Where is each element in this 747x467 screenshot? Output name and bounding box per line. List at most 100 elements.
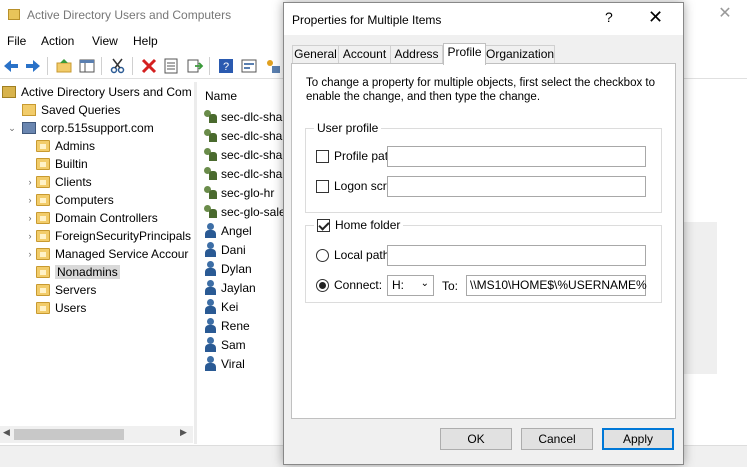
tree-item-nonadmins[interactable]: Nonadmins [24, 263, 120, 281]
profile-path-checkbox[interactable] [316, 149, 329, 163]
list-item-name: sec-glo-sale [221, 204, 286, 219]
list-item[interactable]: sec-dlc-shar [203, 164, 286, 183]
home-folder-group: Home folder Local path: Connect: H: ⌄ To… [305, 218, 662, 303]
list-item[interactable]: sec-dlc-shar [203, 107, 286, 126]
tree-item-label: Nonadmins [55, 265, 120, 279]
scroll-left-icon[interactable]: ◀ [3, 427, 10, 438]
scroll-right-icon[interactable]: ▶ [180, 427, 187, 438]
user-icon [203, 280, 218, 295]
tree-item-computers[interactable]: › Computers [24, 191, 114, 209]
profile-path-input[interactable] [387, 146, 646, 167]
menu-file[interactable]: File [7, 34, 26, 48]
list-item[interactable]: sec-dlc-shar [203, 126, 286, 145]
logon-script-input[interactable] [387, 176, 646, 197]
list-item[interactable]: Kei [203, 297, 238, 316]
delete-icon[interactable] [140, 57, 158, 75]
collapsed-chevron-icon[interactable]: › [24, 177, 36, 187]
collapsed-chevron-icon[interactable]: › [24, 213, 36, 223]
ok-button[interactable]: OK [440, 428, 512, 450]
list-item[interactable]: Angel [203, 221, 252, 240]
user-profile-group: User profile Profile path: Logon script: [305, 121, 662, 213]
folder-up-icon[interactable] [55, 57, 73, 75]
dialog-title: Properties for Multiple Items [292, 13, 442, 27]
list-item[interactable]: Sam [203, 335, 246, 354]
list-item[interactable]: Dylan [203, 259, 252, 278]
tab-profile[interactable]: Profile [443, 43, 486, 65]
tree-item-users[interactable]: Users [24, 299, 86, 317]
local-path-input[interactable] [387, 245, 646, 266]
tree-item-domain-controllers[interactable]: › Domain Controllers [24, 209, 158, 227]
drive-letter-select[interactable]: H: ⌄ [387, 275, 434, 296]
chevron-down-icon: ⌄ [420, 278, 429, 289]
list-item-name: Viral [221, 356, 245, 371]
cancel-button[interactable]: Cancel [521, 428, 593, 450]
tab-address[interactable]: Address [390, 45, 443, 64]
list-item[interactable]: sec-glo-sale [203, 202, 286, 221]
collapsed-chevron-icon[interactable]: › [24, 195, 36, 205]
list-item-name: sec-dlc-shar [221, 166, 287, 181]
tree-item-builtin[interactable]: Builtin [24, 155, 88, 173]
home-folder-legend[interactable]: Home folder [314, 218, 404, 232]
profile-path-checkbox-row[interactable]: Profile path: [316, 149, 398, 163]
connect-radio-row[interactable]: Connect: [316, 278, 382, 292]
console-tree-icon[interactable] [78, 57, 96, 75]
properties-icon[interactable] [162, 57, 180, 75]
dialog-titlebar: Properties for Multiple Items ? ✕ [284, 3, 683, 35]
connect-radio[interactable] [316, 278, 329, 292]
column-header-name[interactable]: Name [205, 89, 237, 103]
tree-item-admins[interactable]: Admins [24, 137, 95, 155]
scrollbar-thumb[interactable] [14, 429, 124, 440]
tree-item-label: Managed Service Accour [55, 247, 189, 261]
back-arrow-icon[interactable] [2, 57, 20, 75]
local-path-radio-row[interactable]: Local path: [316, 248, 393, 262]
collapsed-chevron-icon[interactable]: › [24, 249, 36, 259]
apply-button[interactable]: Apply [602, 428, 674, 450]
drive-letter-value: H: [392, 278, 404, 292]
tree-item-servers[interactable]: Servers [24, 281, 96, 299]
list-item-name: Kei [221, 299, 239, 314]
home-folder-checkbox[interactable] [317, 218, 330, 232]
tree-item-saved-queries[interactable]: Saved Queries [10, 101, 120, 119]
tree-item-foreign-security-principals[interactable]: › ForeignSecurityPrincipals [24, 227, 192, 245]
forward-arrow-icon[interactable] [24, 57, 42, 75]
menu-help[interactable]: Help [133, 34, 158, 48]
tree-item-managed-service-accounts[interactable]: › Managed Service Accour [24, 245, 189, 263]
tree-item-root[interactable]: Active Directory Users and Com [2, 83, 192, 101]
list-item[interactable]: sec-glo-hr [203, 183, 274, 202]
tree-item-label: Servers [55, 283, 97, 297]
tree-item-clients[interactable]: › Clients [24, 173, 92, 191]
help-button[interactable]: ? [605, 9, 613, 25]
user-icon [203, 242, 218, 257]
tree-item-label: Saved Queries [41, 103, 121, 117]
help-icon[interactable]: ? [217, 57, 235, 75]
console-icon[interactable] [240, 57, 258, 75]
menu-view[interactable]: View [92, 34, 118, 48]
tree-horizontal-scrollbar[interactable]: ◀ ▶ [0, 426, 193, 443]
wizard-icon[interactable] [264, 57, 282, 75]
collapsed-chevron-icon[interactable]: › [24, 231, 36, 241]
list-item[interactable]: Dani [203, 240, 246, 259]
tree-item-label: Users [55, 301, 87, 315]
menu-action[interactable]: Action [41, 34, 74, 48]
logon-script-checkbox[interactable] [316, 179, 329, 193]
list-item[interactable]: sec-dlc-shar [203, 145, 286, 164]
user-profile-legend: User profile [314, 121, 382, 135]
local-path-radio[interactable] [316, 248, 329, 262]
list-item[interactable]: Viral [203, 354, 245, 373]
user-icon [203, 318, 218, 333]
list-item-name: Sam [221, 337, 246, 352]
main-close-button[interactable]: ✕ [716, 4, 734, 24]
tree-item-domain[interactable]: ⌄ corp.515support.com [2, 119, 154, 137]
dialog-close-button[interactable]: ✕ [648, 7, 663, 28]
export-icon[interactable] [186, 57, 204, 75]
tab-account[interactable]: Account [338, 45, 391, 64]
tab-organization[interactable]: Organization [485, 45, 555, 64]
list-item[interactable]: Rene [203, 316, 250, 335]
home-path-input[interactable]: \\MS10\HOME$\%USERNAME% [466, 275, 647, 296]
tab-general[interactable]: General [292, 45, 339, 64]
list-item[interactable]: Jaylan [203, 278, 256, 297]
list-item-name: Dani [221, 242, 246, 257]
expanded-chevron-icon[interactable]: ⌄ [2, 123, 22, 134]
list-item-name: Dylan [221, 261, 252, 276]
cut-icon[interactable] [109, 57, 127, 75]
